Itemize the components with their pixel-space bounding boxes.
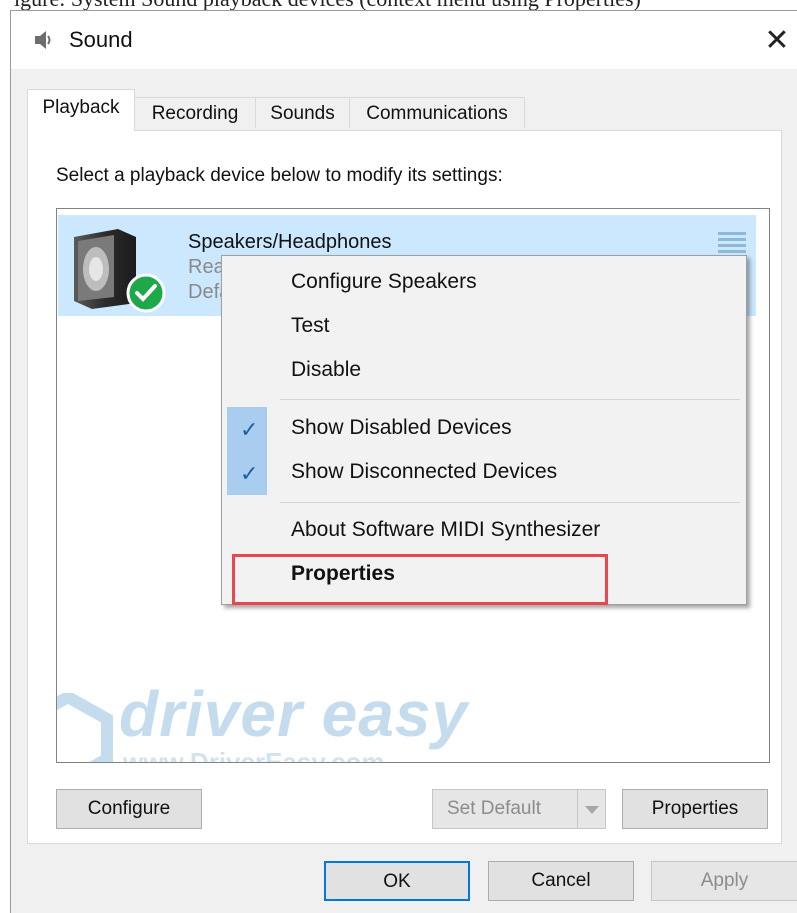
instruction-text: Select a playback device below to modify…: [56, 165, 503, 186]
properties-button[interactable]: Properties: [622, 789, 768, 829]
watermark-url: www.DriverEasy.com: [123, 747, 385, 763]
menu-item-disable[interactable]: Disable: [222, 349, 746, 393]
tab-recording[interactable]: Recording: [134, 97, 256, 128]
speaker-icon: [33, 30, 57, 55]
tab-communications[interactable]: Communications: [349, 97, 525, 128]
title-bar[interactable]: Sound ✕: [11, 11, 797, 69]
menu-item-about-midi[interactable]: About Software MIDI Synthesizer: [222, 509, 746, 553]
tab-playback[interactable]: Playback: [27, 89, 135, 131]
menu-item-label: About Software MIDI Synthesizer: [291, 518, 601, 541]
checkmark-icon: ✓: [227, 407, 267, 451]
menu-item-configure-speakers[interactable]: Configure Speakers: [222, 261, 746, 305]
menu-item-test[interactable]: Test: [222, 305, 746, 349]
menu-item-label: Show Disconnected Devices: [291, 460, 558, 483]
set-default-label: Set Default: [447, 798, 541, 819]
watermark-brand: driver easy: [119, 678, 469, 750]
menu-item-show-disabled-devices[interactable]: ✓ Show Disabled Devices: [222, 407, 746, 451]
close-button[interactable]: ✕: [759, 21, 795, 61]
set-default-button[interactable]: Set Default: [432, 789, 606, 829]
menu-item-properties[interactable]: Properties: [222, 553, 746, 597]
cancel-button[interactable]: Cancel: [488, 861, 634, 901]
menu-item-show-disconnected-devices[interactable]: ✓ Show Disconnected Devices: [222, 451, 746, 495]
menu-item-label: Show Disabled Devices: [291, 416, 512, 439]
apply-button[interactable]: Apply: [651, 861, 797, 901]
check-glyph: ✓: [240, 461, 259, 486]
checkmark-icon: ✓: [227, 451, 267, 495]
green-check-icon: [126, 273, 166, 318]
ok-button[interactable]: OK: [324, 861, 470, 901]
tab-sounds[interactable]: Sounds: [255, 97, 350, 128]
window-title: Sound: [69, 27, 133, 52]
menu-item-label: Disable: [291, 358, 362, 381]
menu-separator: [280, 399, 740, 400]
menu-item-label: Configure Speakers: [291, 270, 477, 293]
menu-separator: [280, 502, 740, 503]
device-name: Speakers/Headphones: [188, 231, 392, 253]
context-menu: Configure Speakers Test Disable ✓ Show D…: [221, 255, 747, 605]
driver-easy-logo-icon: [57, 690, 113, 762]
check-glyph: ✓: [240, 417, 259, 442]
watermark: driver easy www.DriverEasy.com: [57, 678, 503, 763]
chevron-down-icon[interactable]: [577, 790, 605, 828]
configure-button[interactable]: Configure: [56, 789, 202, 829]
menu-item-label: Properties: [291, 562, 395, 585]
menu-item-label: Test: [291, 314, 330, 337]
